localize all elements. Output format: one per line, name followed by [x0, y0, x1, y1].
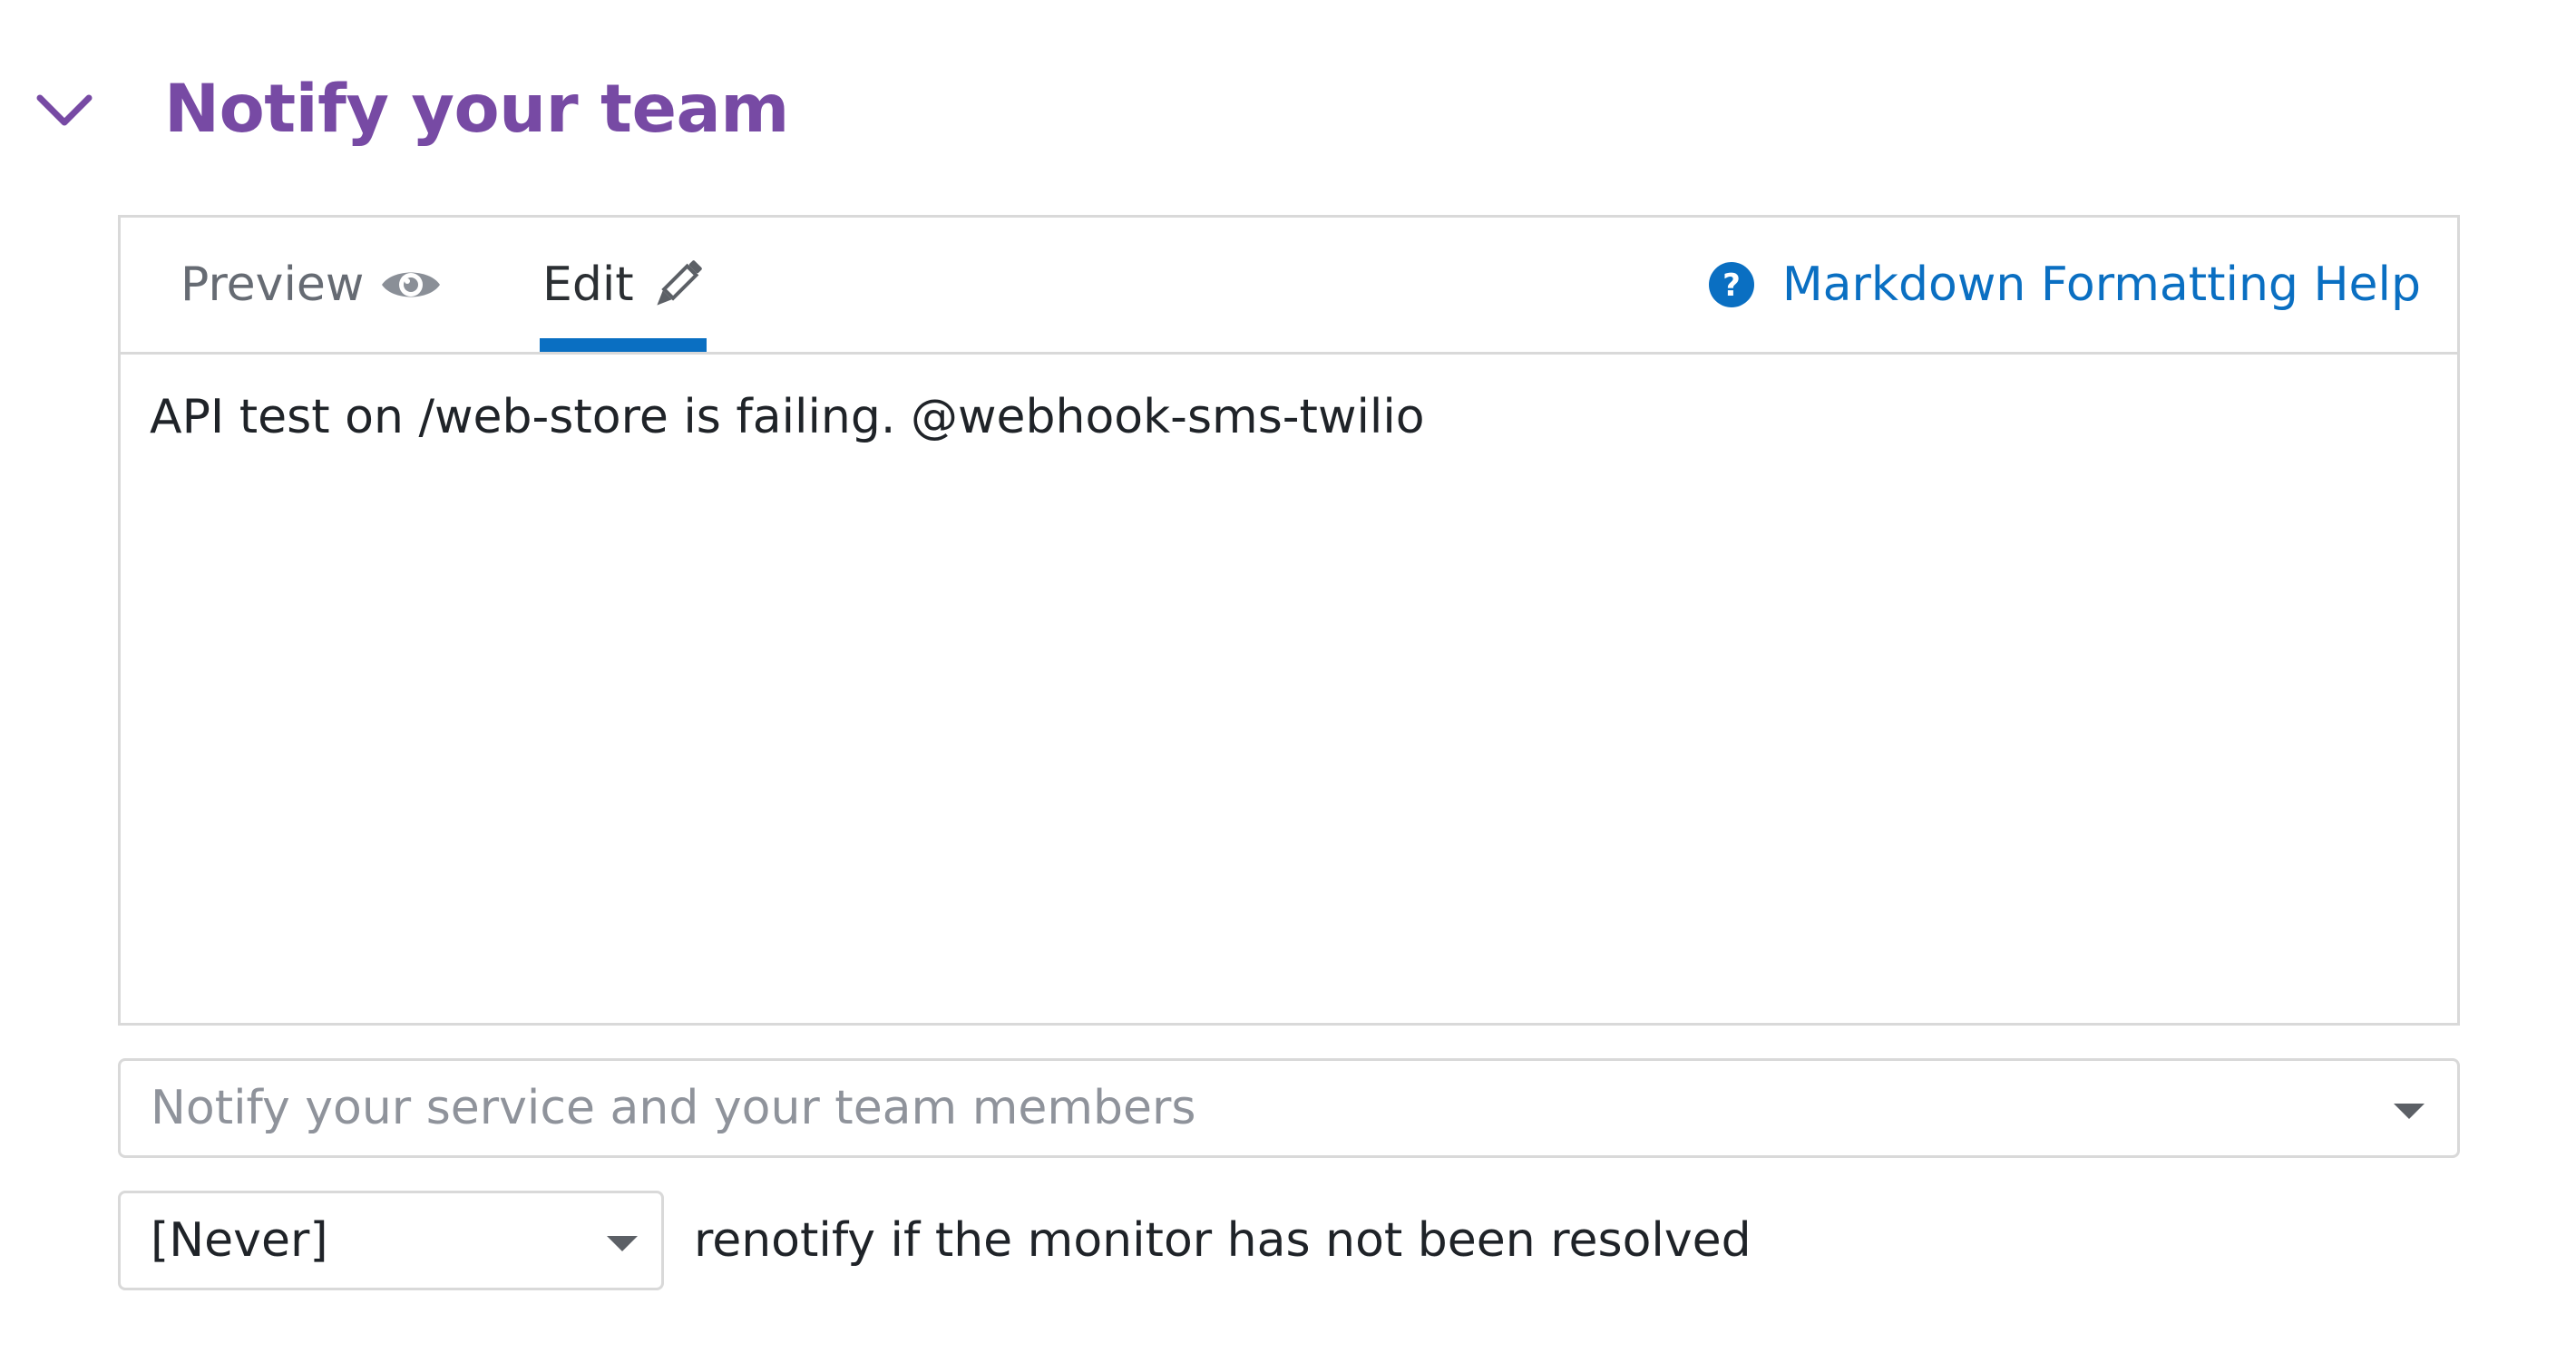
message-editor: Preview Edit ? Markdown Formatting Help …	[118, 215, 2460, 1026]
message-textarea[interactable]: API test on /web-store is failing. @webh…	[150, 385, 2428, 1005]
caret-down-icon[interactable]	[2394, 1104, 2425, 1119]
svg-text:?: ?	[1722, 268, 1741, 304]
notify-recipients-placeholder: Notify your service and your team member…	[151, 1081, 1196, 1135]
caret-down-icon[interactable]	[607, 1236, 638, 1251]
pencil-icon	[657, 260, 702, 306]
renotify-interval-value: [Never]	[151, 1213, 328, 1268]
notify-section: Notify your team Preview Edit ? Markdown…	[0, 0, 2576, 1362]
tab-preview-label: Preview	[181, 258, 365, 312]
renotify-interval-select[interactable]: [Never]	[118, 1191, 664, 1290]
notify-recipients-select[interactable]: Notify your service and your team member…	[118, 1058, 2460, 1158]
tab-edit-label: Edit	[542, 258, 634, 312]
section-title: Notify your team	[164, 70, 789, 148]
renotify-label: renotify if the monitor has not been res…	[694, 1213, 1751, 1268]
markdown-help-label: Markdown Formatting Help	[1781, 258, 2421, 312]
tab-preview[interactable]: Preview	[181, 218, 442, 352]
editor-tab-bar: Preview Edit ? Markdown Formatting Help	[121, 218, 2457, 355]
markdown-help-link[interactable]: ? Markdown Formatting Help	[1708, 218, 2421, 352]
eye-icon	[382, 272, 441, 297]
active-tab-indicator	[540, 338, 707, 352]
chevron-down-icon[interactable]	[33, 82, 96, 136]
section-header[interactable]: Notify your team	[33, 63, 789, 154]
tab-edit[interactable]: Edit	[542, 218, 705, 352]
question-circle-icon: ?	[1708, 262, 1754, 307]
